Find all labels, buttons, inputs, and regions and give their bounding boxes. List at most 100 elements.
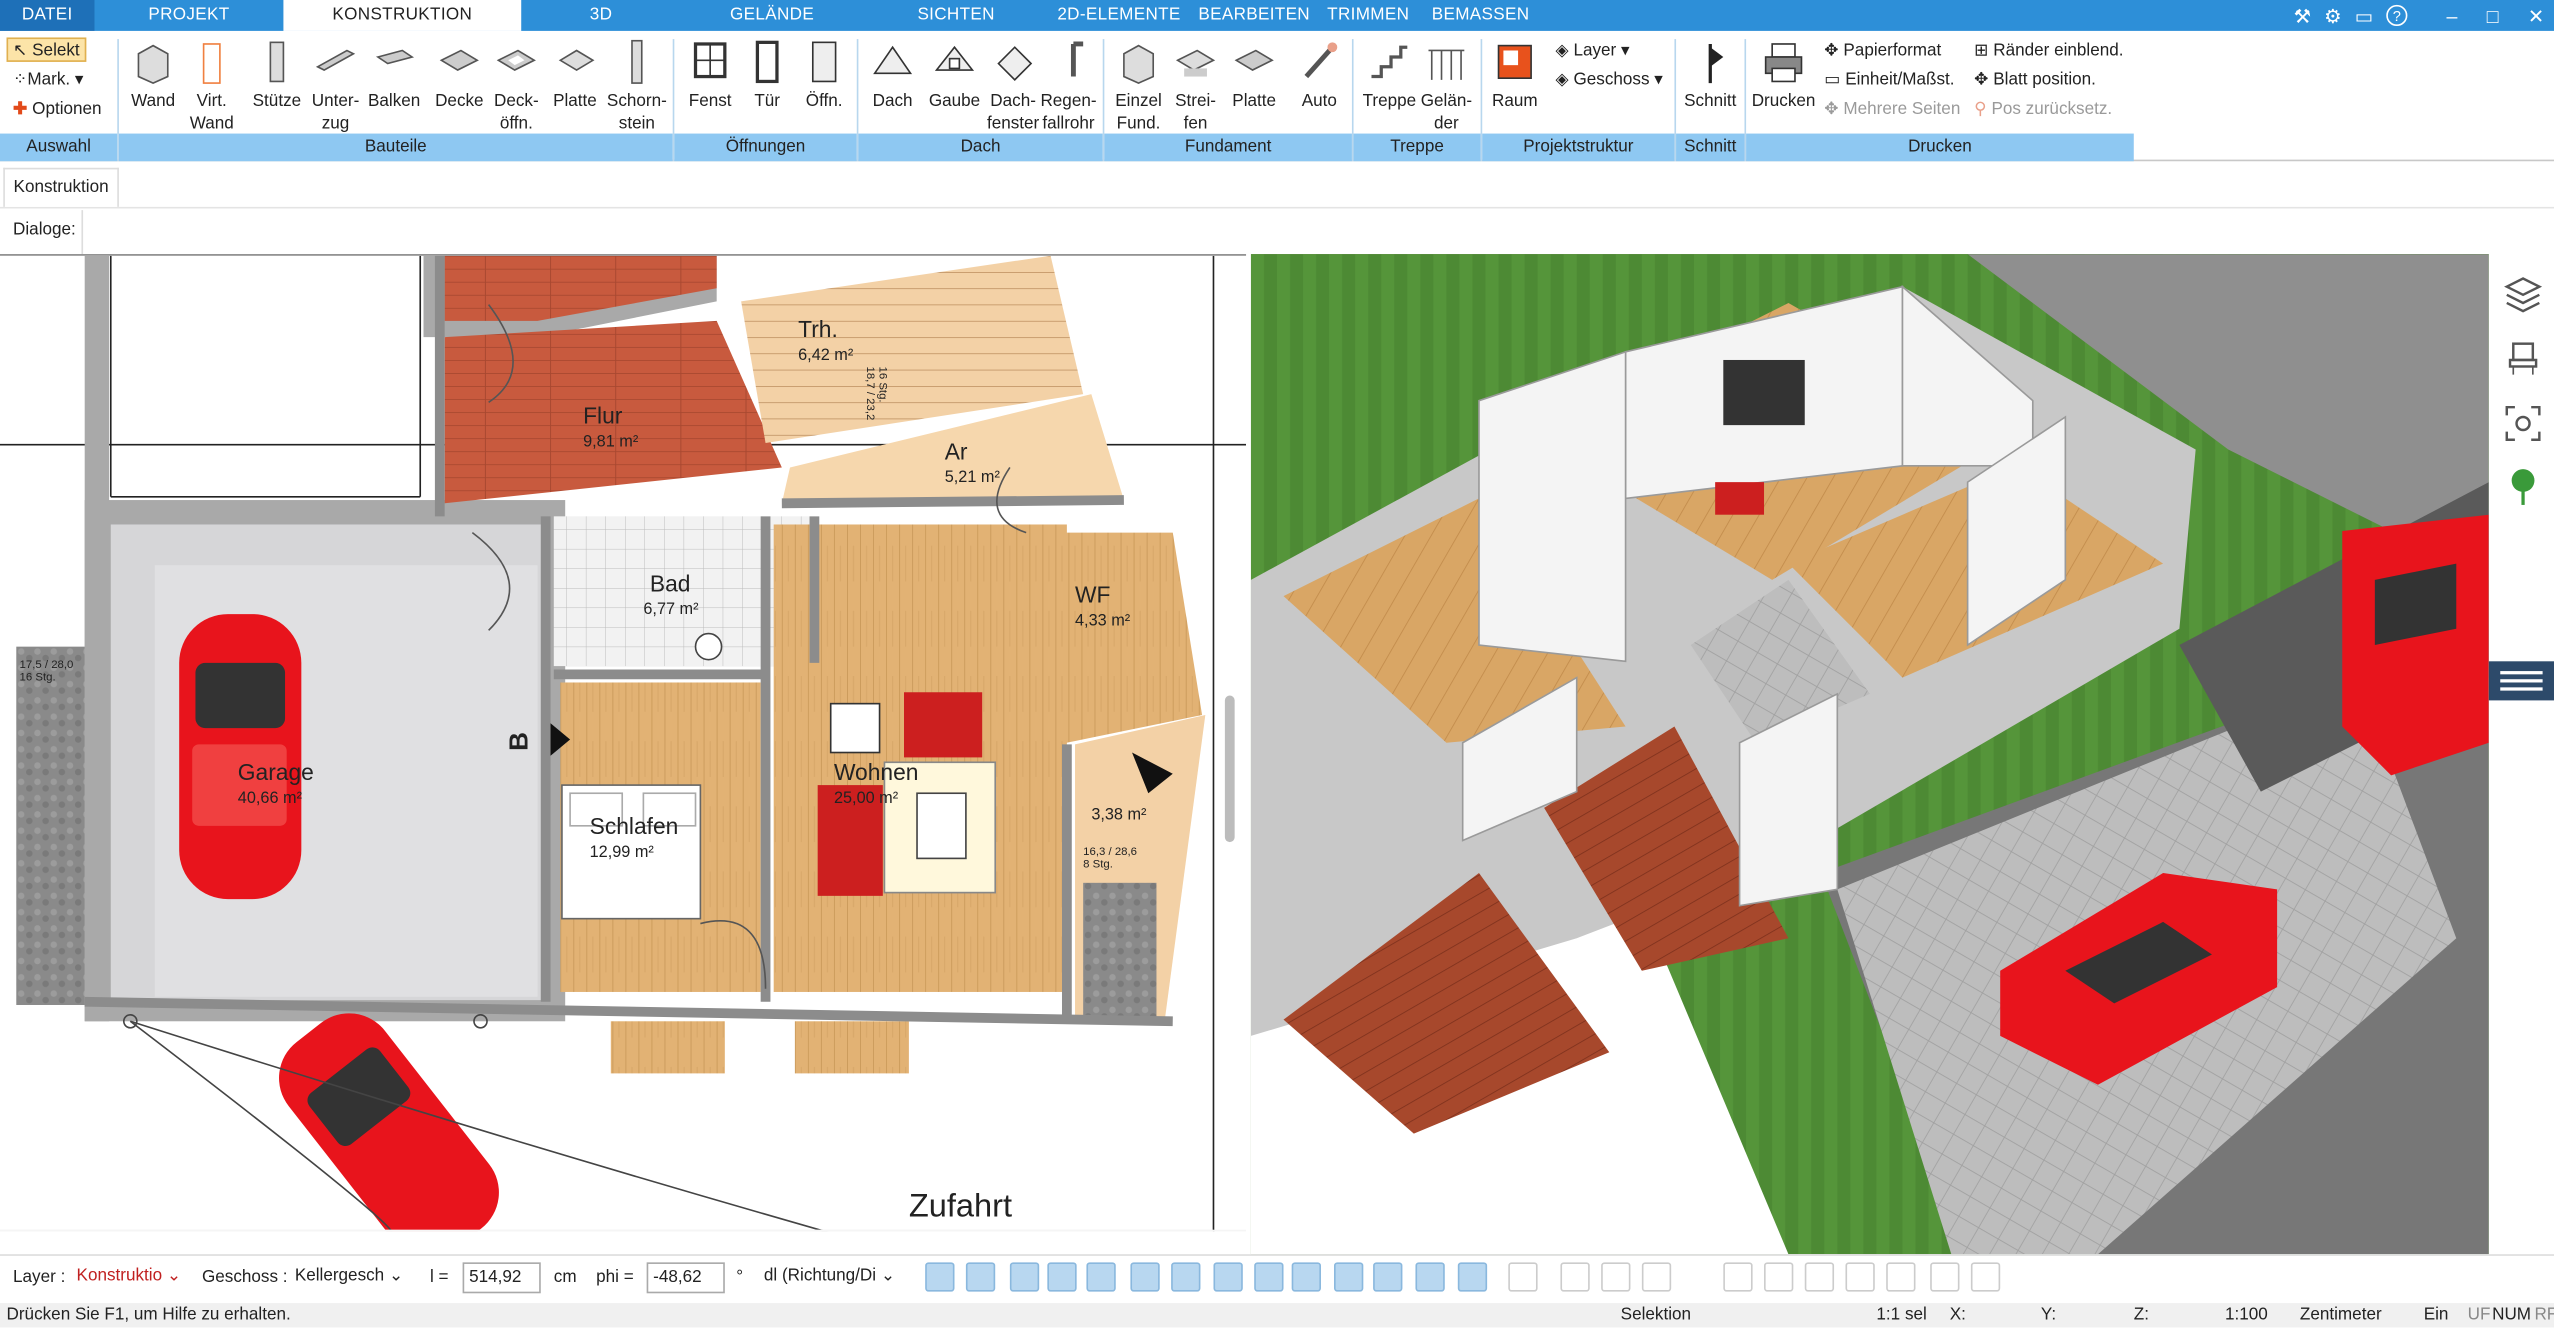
pos-zuruecksetzen-button[interactable]: ⚲ Pos zurücksetz.: [1974, 98, 2112, 121]
gear-icon[interactable]: ⚙: [2324, 4, 2342, 27]
wall-button[interactable]: Wand: [124, 37, 183, 112]
3d-panel-menu-button[interactable]: [2488, 661, 2554, 701]
view-icon[interactable]: [1845, 1262, 1875, 1292]
layer-status-select[interactable]: Konstruktio ⌄: [71, 1262, 186, 1294]
plan-view[interactable]: Flur 9,81 m² Trh. 6,42 m² Ar 5,21 m² Bad…: [0, 254, 1247, 1232]
text-abc-icon[interactable]: [1130, 1262, 1160, 1292]
dots-icon[interactable]: [1508, 1262, 1538, 1292]
3d-view[interactable]: [1250, 254, 2489, 1255]
tree-icon[interactable]: [2504, 466, 2543, 508]
papierformat-button[interactable]: ✥ Papierformat: [1824, 39, 1941, 62]
dl-select[interactable]: dl (Richtung/Di ⌄: [759, 1262, 906, 1294]
tab-trimmen[interactable]: TRIMMEN: [1323, 0, 1414, 31]
fit-view-icon[interactable]: [2504, 404, 2543, 443]
dim-arrows-icon[interactable]: [1171, 1262, 1201, 1292]
snap-icon[interactable]: [1334, 1262, 1364, 1292]
tab-bearbeiten[interactable]: BEARBEITEN: [1196, 0, 1313, 31]
geschoss-status-select[interactable]: Kellergesch ⌄: [289, 1262, 404, 1294]
export-icon[interactable]: [1970, 1262, 2001, 1292]
grid-icon[interactable]: [1373, 1262, 1403, 1292]
tool-tab-row: Konstruktion: [0, 163, 2554, 209]
image-icon[interactable]: [1723, 1262, 1753, 1292]
geschoss-dropdown[interactable]: ◈ Geschoss ▾: [1556, 68, 1663, 91]
roof-icon: [873, 45, 913, 75]
dormer-button[interactable]: Gaube: [925, 37, 984, 112]
z-coordinate: Z:: [2133, 1304, 2149, 1325]
foundation-slab-button[interactable]: Platte: [1225, 37, 1284, 112]
platte-button[interactable]: Platte: [546, 37, 605, 112]
column-button[interactable]: Stütze: [248, 37, 307, 112]
help-icon[interactable]: ?: [2386, 4, 2408, 27]
rain-pipe-button[interactable]: Regen- fallrohr: [1039, 37, 1098, 135]
tab-2d-elemente[interactable]: 2D-ELEMENTE: [1052, 0, 1186, 31]
scale-icon[interactable]: [1930, 1262, 1960, 1292]
ceiling-opening-button[interactable]: Deck- öffn.: [485, 37, 547, 135]
roof-window-button[interactable]: Dach- fenster: [982, 37, 1044, 135]
balken-button[interactable]: Balken: [365, 37, 424, 112]
minimize-icon[interactable]: –: [2447, 4, 2458, 27]
tab-gelaende[interactable]: GELÄNDE: [684, 0, 860, 31]
ceiling-opening-icon: [496, 49, 536, 71]
einheit-button[interactable]: ▭ Einheit/Maßst.: [1824, 68, 1954, 91]
group-drucken-label: Drucken: [1746, 133, 2134, 162]
virtual-wall-button[interactable]: Virt. Wand: [182, 37, 241, 135]
3d-model-canvas[interactable]: [1250, 254, 2489, 1255]
opening-button[interactable]: Öffn.: [795, 37, 854, 112]
tab-bemassen[interactable]: BEMASSEN: [1427, 0, 1535, 31]
ribbon-toggle-icon[interactable]: ▭: [2355, 4, 2373, 27]
schnitt-button[interactable]: Schnitt: [1678, 37, 1743, 112]
hatch-icon[interactable]: [925, 1262, 955, 1292]
3d-box-icon[interactable]: [1291, 1262, 1321, 1292]
single-foundation-button[interactable]: Einzel Fund.: [1109, 37, 1168, 135]
tab-3d[interactable]: 3D: [538, 0, 665, 31]
plan-vertical-scroll-thumb[interactable]: [1224, 695, 1235, 843]
chair-icon[interactable]: [2504, 339, 2543, 378]
plan-horizontal-scrollbar[interactable]: [0, 1229, 1247, 1232]
layers-icon[interactable]: [2504, 274, 2543, 313]
plane-icon[interactable]: [1415, 1262, 1445, 1292]
grid-select-icon[interactable]: [1641, 1262, 1672, 1292]
stairs-button[interactable]: Treppe: [1360, 37, 1419, 112]
tab-sichten[interactable]: SICHTEN: [880, 0, 1033, 31]
drucken-button[interactable]: Drucken: [1748, 37, 1820, 112]
phi-input[interactable]: -48,62: [646, 1262, 725, 1294]
frame-icon[interactable]: [1213, 1262, 1243, 1292]
roof-button[interactable]: Dach: [863, 37, 922, 112]
length-input[interactable]: 514,92: [462, 1262, 541, 1294]
beam-button[interactable]: Unter- zug: [306, 37, 365, 135]
page-icon[interactable]: [1601, 1262, 1631, 1292]
tab-datei[interactable]: DATEI: [0, 0, 95, 31]
lines-icon[interactable]: [1009, 1262, 1040, 1292]
ceiling-button[interactable]: Decke: [430, 37, 489, 112]
optionen-button[interactable]: ✚ Optionen: [13, 98, 102, 121]
north-icon[interactable]: [1457, 1262, 1488, 1292]
crop-icon[interactable]: [1764, 1262, 1794, 1292]
tab-konstruktion[interactable]: KONSTRUKTION: [283, 0, 522, 31]
maximize-icon[interactable]: □: [2487, 4, 2499, 27]
railing-button[interactable]: Gelän- der: [1417, 37, 1476, 135]
raender-button[interactable]: ⊞ Ränder einblend.: [1974, 39, 2123, 62]
room-fill-icon[interactable]: [965, 1262, 996, 1292]
frame-orange-icon[interactable]: [1804, 1262, 1835, 1292]
door-button[interactable]: Tür: [739, 37, 794, 112]
mark-button[interactable]: ⁘Mark. ▾: [13, 68, 83, 91]
dash-lines-icon[interactable]: [1047, 1262, 1077, 1292]
close-icon[interactable]: ✕: [2528, 4, 2544, 27]
table-icon[interactable]: [1886, 1262, 1916, 1292]
room-label-wohnen: Wohnen: [834, 759, 919, 785]
mehrere-seiten-button[interactable]: ✥ Mehrere Seiten: [1824, 98, 1960, 121]
auto-button[interactable]: Auto: [1290, 37, 1349, 112]
chimney-button[interactable]: Schorn- stein: [604, 37, 669, 135]
layer-dropdown[interactable]: ◈ Layer ▾: [1556, 39, 1630, 62]
strip-foundation-button[interactable]: Strei- fen: [1166, 37, 1225, 135]
window-button[interactable]: Fenst: [681, 37, 740, 112]
floor-plan-canvas[interactable]: Flur 9,81 m² Trh. 6,42 m² Ar 5,21 m² Bad…: [0, 255, 1247, 1232]
tools-icon[interactable]: ⚒: [2294, 4, 2312, 27]
rect-icon[interactable]: [1560, 1262, 1590, 1292]
select-frame-icon[interactable]: [1254, 1262, 1284, 1292]
dim-icon[interactable]: [1086, 1262, 1116, 1292]
tab-konstruktion-tool[interactable]: Konstruktion: [3, 167, 119, 207]
tab-projekt[interactable]: PROJEKT: [114, 0, 264, 31]
blatt-position-button[interactable]: ✥ Blatt position.: [1974, 68, 2096, 91]
raum-button[interactable]: Raum: [1482, 37, 1547, 112]
